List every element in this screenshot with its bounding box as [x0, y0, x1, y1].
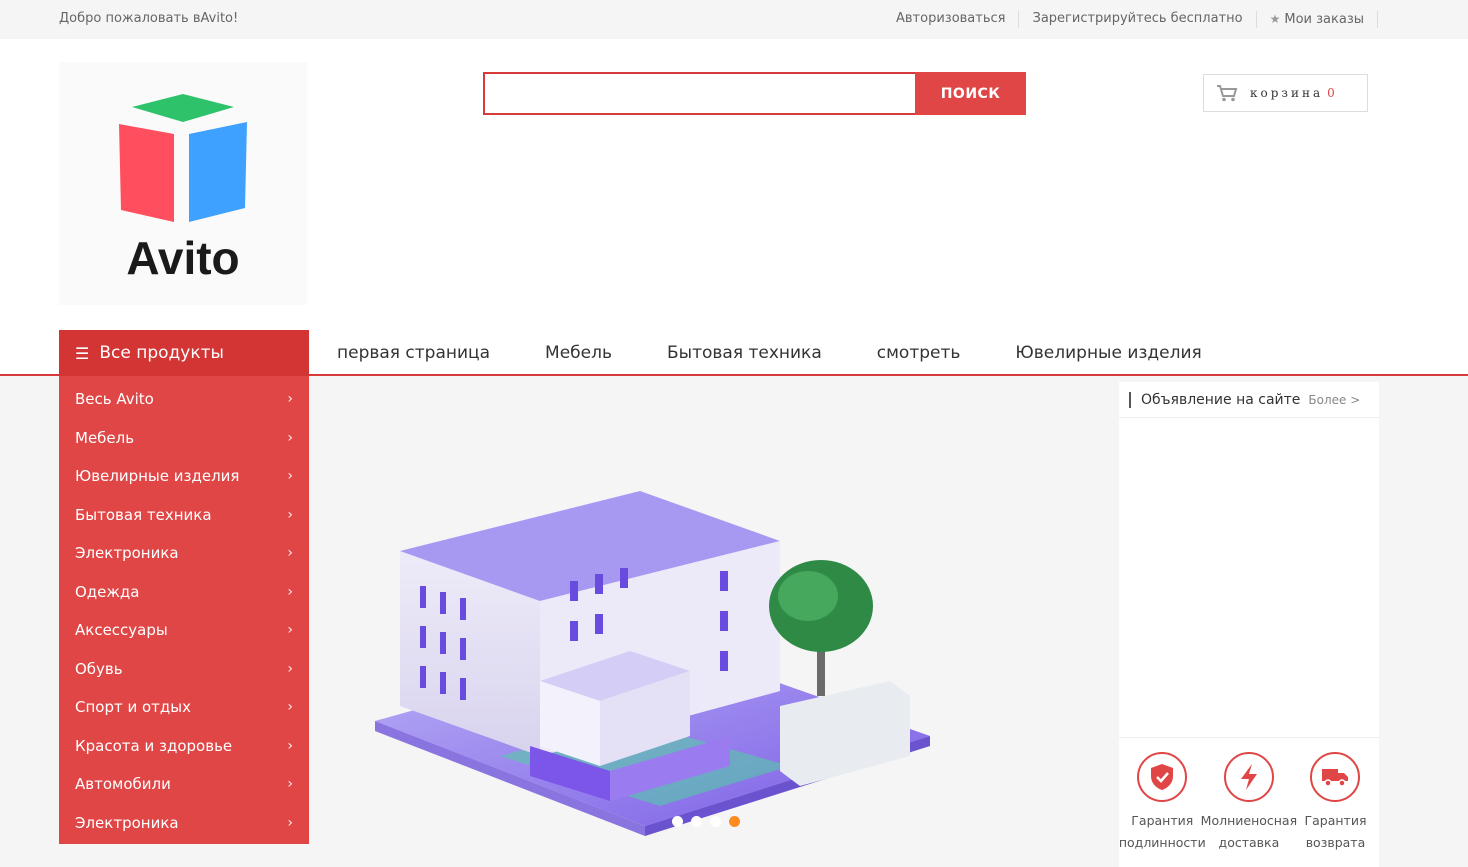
- sidebar-item-beauty[interactable]: Красота и здоровье ›: [59, 727, 309, 766]
- chevron-right-icon: ›: [287, 545, 293, 562]
- building-illustration: [375, 491, 930, 836]
- sidebar-item-all-avito[interactable]: Весь Avito ›: [59, 380, 309, 419]
- all-products-button[interactable]: ☰ Все продукты: [59, 330, 309, 376]
- sidebar-item-label: Красота и здоровье: [75, 736, 233, 755]
- sidebar-item-shoes[interactable]: Обувь ›: [59, 650, 309, 689]
- sidebar-item-label: Мебель: [75, 428, 135, 447]
- orders-link[interactable]: ★ Мои заказы: [1257, 11, 1378, 28]
- search-button[interactable]: ПОИСК: [915, 72, 1026, 115]
- guarantee-return: Гарантия возврата: [1292, 738, 1379, 867]
- sidebar-item-electronics-2[interactable]: Электроника ›: [59, 804, 309, 843]
- announcements-title: Объявление на сайте: [1141, 391, 1301, 408]
- guarantee-label: Гарантия возврата: [1304, 813, 1367, 850]
- header-accent-bar: [1129, 391, 1131, 408]
- nav-link-jewelry[interactable]: Ювелирные изделия: [1015, 343, 1201, 363]
- chevron-right-icon: ›: [287, 622, 293, 639]
- chevron-right-icon: ›: [287, 776, 293, 793]
- welcome-text: Добро пожаловать вAvito!: [59, 11, 239, 26]
- sidebar-item-cars[interactable]: Автомобили ›: [59, 765, 309, 804]
- lightning-icon: [1223, 752, 1274, 802]
- avito-logo-icon: Avito: [119, 94, 247, 284]
- chevron-right-icon: ›: [287, 391, 293, 408]
- sidebar-item-label: Весь Avito: [75, 390, 154, 409]
- all-products-label: Все продукты: [99, 343, 224, 363]
- sidebar-item-appliances[interactable]: Бытовая техника ›: [59, 496, 309, 535]
- site-logo[interactable]: Avito: [59, 62, 307, 305]
- sidebar-item-label: Электроника: [75, 544, 179, 563]
- register-link[interactable]: Зарегистрируйтесь бесплатно: [1019, 11, 1257, 28]
- sidebar-item-clothing[interactable]: Одежда ›: [59, 573, 309, 612]
- carousel-dots: [672, 816, 740, 827]
- carousel-dot[interactable]: [691, 816, 702, 827]
- nav-link-furniture[interactable]: Мебель: [545, 343, 612, 363]
- guarantee-label: Гарантия подлинности: [1118, 813, 1206, 850]
- chevron-right-icon: ›: [287, 429, 293, 446]
- sidebar-item-label: Электроника: [75, 813, 179, 832]
- guarantee-delivery: Молниеносная доставка: [1201, 738, 1297, 867]
- nav-link-watch[interactable]: смотреть: [877, 343, 961, 363]
- chevron-right-icon: ›: [287, 660, 293, 677]
- cart-button[interactable]: корзина 0: [1203, 74, 1368, 112]
- carousel-dot-active[interactable]: [729, 816, 740, 827]
- menu-icon: ☰: [75, 343, 90, 363]
- logo-text: Avito: [126, 232, 239, 284]
- sidebar-item-sport[interactable]: Спорт и отдых ›: [59, 688, 309, 727]
- top-links: Авторизоваться Зарегистрируйтесь бесплат…: [883, 11, 1378, 28]
- sidebar-item-label: Спорт и отдых: [75, 698, 192, 717]
- nav-link-appliances[interactable]: Бытовая техника: [667, 343, 822, 363]
- shield-check-icon: [1137, 752, 1188, 802]
- sidebar-item-jewelry[interactable]: Ювелирные изделия ›: [59, 457, 309, 496]
- sidebar-item-label: Аксессуары: [75, 621, 168, 640]
- sidebar-item-electronics[interactable]: Электроника ›: [59, 534, 309, 573]
- chevron-right-icon: ›: [287, 737, 293, 754]
- sidebar-item-label: Одежда: [75, 582, 140, 601]
- chevron-right-icon: ›: [287, 468, 293, 485]
- announcements-panel: Объявление на сайте Более > Гарантия под…: [1119, 382, 1379, 867]
- cart-label: корзина: [1250, 86, 1324, 100]
- guarantees-row: Гарантия подлинности Молниеносная достав…: [1119, 737, 1379, 867]
- chevron-right-icon: ›: [287, 699, 293, 716]
- chevron-right-icon: ›: [287, 814, 293, 831]
- sidebar-item-label: Автомобили: [75, 775, 171, 794]
- sidebar-item-accessories[interactable]: Аксессуары ›: [59, 611, 309, 650]
- top-bar: Добро пожаловать вAvito! Авторизоваться …: [0, 0, 1468, 39]
- search-input[interactable]: [483, 72, 915, 115]
- banner-slide[interactable]: [330, 456, 970, 846]
- sidebar-item-label: Ювелирные изделия: [75, 467, 240, 486]
- orders-label: Мои заказы: [1284, 12, 1364, 27]
- carousel-dot[interactable]: [710, 816, 721, 827]
- sidebar-item-label: Бытовая техника: [75, 505, 212, 524]
- cart-count: 0: [1327, 86, 1335, 100]
- announcements-header: Объявление на сайте Более >: [1119, 382, 1379, 418]
- nav-link-home[interactable]: первая страница: [337, 343, 490, 363]
- cart-icon: [1217, 85, 1238, 102]
- chevron-right-icon: ›: [287, 583, 293, 600]
- carousel-dot[interactable]: [672, 816, 683, 827]
- category-sidebar: Весь Avito › Мебель › Ювелирные изделия › Б…: [59, 376, 309, 844]
- nav-links: первая страница Мебель Бытовая техника с…: [337, 330, 1257, 376]
- login-link[interactable]: Авторизоваться: [883, 11, 1020, 28]
- guarantee-authenticity: Гарантия подлинности: [1119, 738, 1206, 867]
- chevron-right-icon: ›: [287, 506, 293, 523]
- main-area: Весь Avito › Мебель › Ювелирные изделия › Б…: [0, 376, 1468, 867]
- sidebar-item-label: Обувь: [75, 659, 123, 678]
- search-bar: ПОИСК: [483, 72, 1026, 115]
- more-link[interactable]: Более >: [1308, 393, 1360, 407]
- sidebar-item-furniture[interactable]: Мебель ›: [59, 419, 309, 458]
- main-nav: ☰ Все продукты первая страница Мебель Бы…: [0, 330, 1468, 376]
- star-icon: ★: [1269, 12, 1281, 26]
- truck-icon: [1310, 752, 1361, 802]
- guarantee-label: Молниеносная доставка: [1200, 813, 1298, 850]
